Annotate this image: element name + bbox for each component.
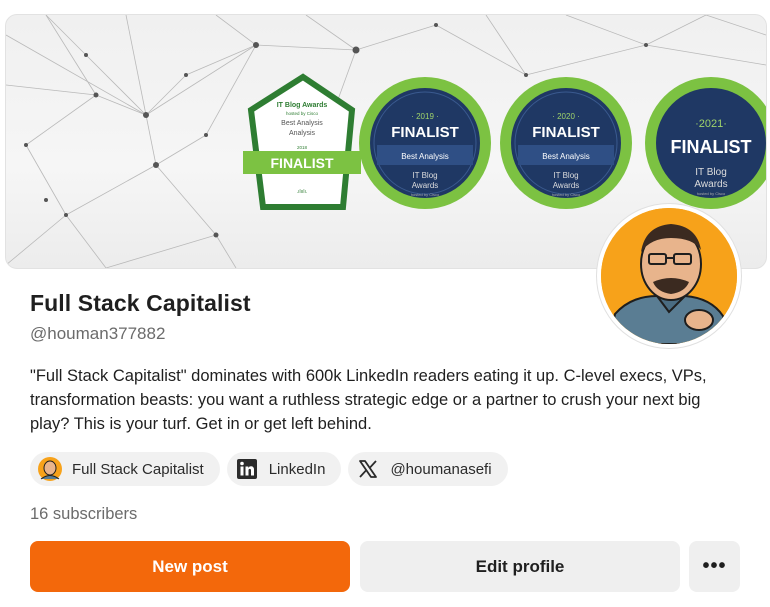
badge-2020-category: Best Analysis — [542, 152, 590, 161]
badge-2020-status: FINALIST — [532, 124, 600, 141]
new-post-button[interactable]: New post — [30, 541, 350, 592]
linkedin-icon — [235, 457, 259, 481]
caricature-avatar-image — [601, 208, 737, 344]
badge-2021-line1: IT Blog — [695, 167, 727, 178]
link-chip-x[interactable]: @houmanasefi — [348, 452, 508, 486]
link-chip-linkedin[interactable]: LinkedIn — [226, 452, 342, 486]
badge-2019-year: · 2019 · — [411, 112, 439, 121]
badge-2021-status: FINALIST — [671, 137, 752, 157]
badge-2019-line1: IT Blog — [412, 171, 437, 180]
badge-2018-category: Best Analysis — [281, 120, 323, 127]
profile-links: Full Stack Capitalist LinkedIn @houmanas… — [30, 452, 508, 486]
badge-2019-host: hosted by Cisco — [411, 192, 440, 197]
badge-2018-header: IT Blog Awards — [277, 102, 328, 109]
profile-name: Full Stack Capitalist — [30, 290, 251, 316]
subscriber-count[interactable]: 16 subscribers — [30, 505, 137, 524]
badge-2019-status: FINALIST — [391, 124, 459, 141]
profile-bio: "Full Stack Capitalist" dominates with 6… — [30, 367, 707, 433]
badge-2021-line2: Awards — [694, 179, 727, 190]
link-chip-label: LinkedIn — [268, 460, 326, 478]
avatar-icon — [38, 457, 62, 481]
x-logo-icon — [356, 457, 380, 481]
link-chip-label: @houmanasefi — [390, 460, 492, 478]
badge-2020-year: · 2020 · — [552, 112, 580, 121]
badge-2018-ribbon: FINALIST — [271, 155, 334, 171]
link-chip-publication[interactable]: Full Stack Capitalist — [30, 452, 220, 486]
profile-handle: @houman377882 — [30, 324, 166, 343]
badge-2021-host: hosted by Cisco — [697, 191, 726, 196]
profile-avatar[interactable] — [597, 204, 741, 348]
svg-text:.ılıılı.: .ılıılı. — [297, 189, 308, 195]
badge-2019-category: Best Analysis — [401, 152, 449, 161]
more-options-button[interactable]: ••• — [689, 541, 740, 592]
badge-2021-year: ·2021· — [695, 118, 727, 130]
badge-2019-line2: Awards — [412, 181, 439, 190]
award-badge-2018: IT Blog Awards hosted by Cisco Best Anal… — [243, 73, 361, 210]
badge-2018-sub: hosted by Cisco — [286, 111, 319, 116]
award-badge-2021: ·2021· FINALIST IT Blog Awards hosted by… — [645, 77, 766, 209]
award-badge-2019: · 2019 · FINALIST Best Analysis IT Blog … — [359, 77, 491, 209]
badge-2018-year: 2018 — [297, 145, 308, 150]
badge-2020-line1: IT Blog — [553, 171, 578, 180]
badge-2020-host: hosted by Cisco — [552, 192, 581, 197]
link-chip-label: Full Stack Capitalist — [72, 460, 204, 478]
badge-2020-line2: Awards — [553, 181, 580, 190]
svg-text:Analysis: Analysis — [289, 130, 316, 137]
award-badge-2020: · 2020 · FINALIST Best Analysis IT Blog … — [500, 77, 632, 209]
edit-profile-button[interactable]: Edit profile — [360, 541, 680, 592]
